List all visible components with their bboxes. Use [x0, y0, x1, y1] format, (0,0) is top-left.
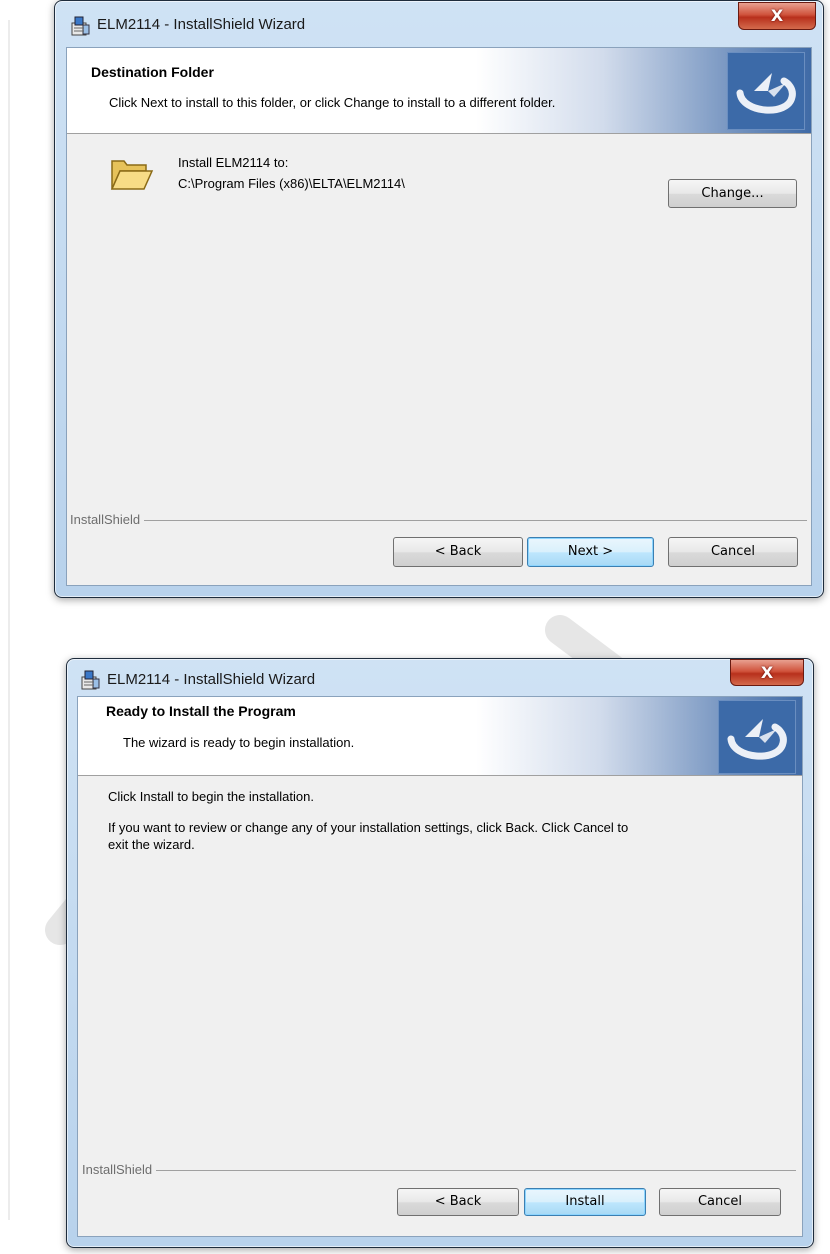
folder-open-icon [110, 160, 154, 190]
instruction-text: Click Install to begin the installation. [108, 789, 314, 804]
close-button[interactable]: X [738, 2, 816, 30]
footer-divider [84, 1170, 796, 1171]
back-button[interactable]: < Back [393, 537, 523, 567]
back-button[interactable]: < Back [397, 1188, 519, 1216]
review-text-line1: If you want to review or change any of y… [108, 820, 629, 835]
installer-icon [71, 16, 90, 36]
change-button[interactable]: Change... [668, 179, 797, 208]
header-banner: Ready to Install the Program The wizard … [78, 697, 802, 776]
install-path: C:\Program Files (x86)\ELTA\ELM2114\ [178, 176, 405, 191]
close-button[interactable]: X [730, 659, 804, 686]
wizard-window-destination: ELM2114 - InstallShield Wizard X Destina… [54, 0, 824, 598]
footer-divider [73, 520, 807, 521]
dialog-client-area: Ready to Install the Program The wizard … [77, 696, 803, 1237]
installer-icon [81, 670, 100, 690]
page-subtitle: Click Next to install to this folder, or… [109, 95, 556, 110]
cancel-button[interactable]: Cancel [659, 1188, 781, 1216]
review-text-line2: exit the wizard. [108, 837, 195, 852]
dialog-client-area: Destination Folder Click Next to install… [66, 47, 812, 586]
wizard-window-ready: ELM2114 - InstallShield Wizard X Ready t… [66, 658, 814, 1248]
installshield-brand: InstallShield [70, 512, 145, 527]
install-to-label: Install ELM2114 to: [178, 155, 289, 170]
cancel-button[interactable]: Cancel [668, 537, 798, 567]
next-button[interactable]: Next > [527, 537, 654, 567]
window-title: ELM2114 - InstallShield Wizard [107, 671, 316, 688]
page-subtitle: The wizard is ready to begin installatio… [123, 735, 355, 750]
installshield-logo [727, 52, 805, 130]
installshield-brand: InstallShield [82, 1162, 157, 1177]
header-banner: Destination Folder Click Next to install… [67, 48, 811, 134]
installshield-logo [718, 700, 796, 774]
title-bar[interactable]: ELM2114 - InstallShield Wizard X [55, 1, 823, 47]
install-button[interactable]: Install [524, 1188, 646, 1216]
page-title: Destination Folder [91, 64, 214, 80]
window-title: ELM2114 - InstallShield Wizard [97, 16, 306, 33]
page-title: Ready to Install the Program [106, 703, 296, 719]
